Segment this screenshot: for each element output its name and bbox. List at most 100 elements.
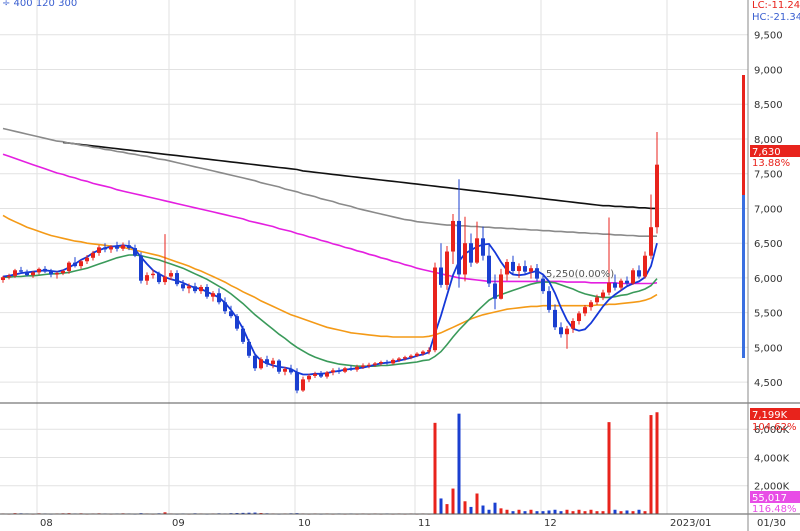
- ma240-line: [2, 127, 657, 237]
- candle-body: [649, 227, 653, 256]
- volume-bar: [499, 508, 503, 514]
- current-price: 7,630: [752, 147, 781, 158]
- time-tick-label: 10: [298, 518, 311, 529]
- candle-body: [301, 379, 305, 391]
- candle-body: [511, 261, 515, 271]
- candle-body: [241, 328, 245, 342]
- volume-bar: [463, 501, 467, 514]
- candle-body: [133, 248, 137, 256]
- candle-body: [391, 359, 395, 364]
- volume-bar: [649, 415, 653, 514]
- candle-body: [259, 359, 263, 369]
- candle-body: [169, 273, 173, 277]
- candle-body: [25, 271, 29, 276]
- axes: 4,500 5,000 5,500 6,000 6,500 7,000 7,500 8,000…: [0, 0, 800, 531]
- price-tick-label: 5,500: [754, 309, 783, 320]
- current-volume: 7,199K: [752, 410, 788, 421]
- price-tick-label: 7,500: [754, 170, 783, 181]
- volume-bar: [457, 413, 461, 514]
- candle-body: [619, 280, 623, 288]
- range-bar-upper: [742, 75, 745, 195]
- candle-body: [379, 362, 383, 364]
- current-volume-change: 104.62%: [752, 422, 797, 433]
- candle-body: [655, 164, 659, 228]
- volume-bar: [445, 504, 449, 514]
- header-text: ÷ 400 120 300: [2, 0, 77, 9]
- candle-body: [307, 375, 311, 380]
- chart-svg[interactable]: 4,500 5,000 5,500 6,000 6,500 7,000 7,500 8,000…: [0, 0, 800, 531]
- candle-body: [595, 297, 599, 303]
- candle-body: [1, 277, 5, 281]
- ma-annotation: 5,250(0.00%): [546, 269, 614, 280]
- candle-body: [487, 255, 491, 284]
- candle-body: [229, 311, 233, 317]
- candle-body: [367, 364, 371, 366]
- price-tick-label: 6,000: [754, 274, 783, 285]
- candle-body: [115, 246, 119, 249]
- avg-volume-change: 116.48%: [752, 504, 797, 515]
- candle-body: [601, 292, 605, 298]
- time-tick-label: 12: [544, 518, 557, 529]
- candle-body: [607, 282, 611, 293]
- candle-body: [55, 273, 59, 275]
- candle-body: [565, 328, 569, 335]
- candle-body: [37, 268, 41, 273]
- candle-body: [175, 273, 179, 285]
- candle-body: [85, 257, 89, 262]
- volume-bars: [1, 412, 659, 515]
- candle-body: [73, 262, 77, 267]
- volume-bar: [625, 510, 629, 514]
- candle-body: [343, 368, 347, 372]
- current-change: 13.88%: [752, 158, 790, 169]
- candle-body: [469, 243, 473, 263]
- candle-body: [103, 247, 107, 250]
- candle-body: [91, 252, 95, 258]
- volume-bar: [451, 488, 455, 514]
- candle-body: [199, 286, 203, 292]
- candle-body: [127, 245, 131, 249]
- candle-body: [373, 363, 377, 365]
- candle-body: [475, 238, 479, 263]
- time-tick-label: 11: [418, 518, 431, 529]
- time-tick-label: 08: [40, 518, 53, 529]
- candle-body: [535, 268, 539, 279]
- volume-bar: [589, 509, 593, 514]
- candle-body: [505, 261, 509, 275]
- time-tick-label: 2023/01: [670, 518, 712, 529]
- price-tick-label: 8,500: [754, 100, 783, 111]
- volume-bar: [433, 422, 437, 514]
- volume-bar: [547, 510, 551, 514]
- candle-body: [7, 275, 11, 278]
- candle-body: [319, 373, 323, 377]
- price-tick-label: 6,500: [754, 239, 783, 250]
- candle-body: [67, 262, 71, 271]
- candle-body: [31, 272, 35, 276]
- volume-bar: [655, 412, 659, 514]
- volume-bar: [577, 509, 581, 514]
- volume-bar: [487, 509, 491, 514]
- avg-volume: 55,017: [752, 493, 787, 504]
- candle-body: [529, 268, 533, 272]
- candle-body: [235, 316, 239, 329]
- candle-body: [265, 359, 269, 365]
- candle-body: [49, 271, 53, 275]
- volume-bar: [565, 509, 569, 514]
- volume-bar: [613, 509, 617, 514]
- candle-body: [109, 246, 113, 250]
- candle-body: [493, 283, 497, 299]
- candle-body: [421, 351, 425, 354]
- volume-tick-label: 4,000K: [754, 453, 790, 464]
- candle-body: [139, 255, 143, 281]
- time-tick-label: 01/30: [757, 518, 786, 529]
- candle-body: [61, 270, 65, 274]
- candle-body: [409, 355, 413, 358]
- candle-body: [643, 255, 647, 277]
- candle-body: [631, 270, 635, 284]
- candle-body: [211, 293, 215, 297]
- candle-body: [397, 358, 401, 360]
- candle-body: [349, 368, 353, 370]
- candle-body: [463, 243, 467, 275]
- candle-body: [217, 293, 221, 303]
- candle-body: [325, 372, 329, 377]
- candle-body: [559, 327, 563, 335]
